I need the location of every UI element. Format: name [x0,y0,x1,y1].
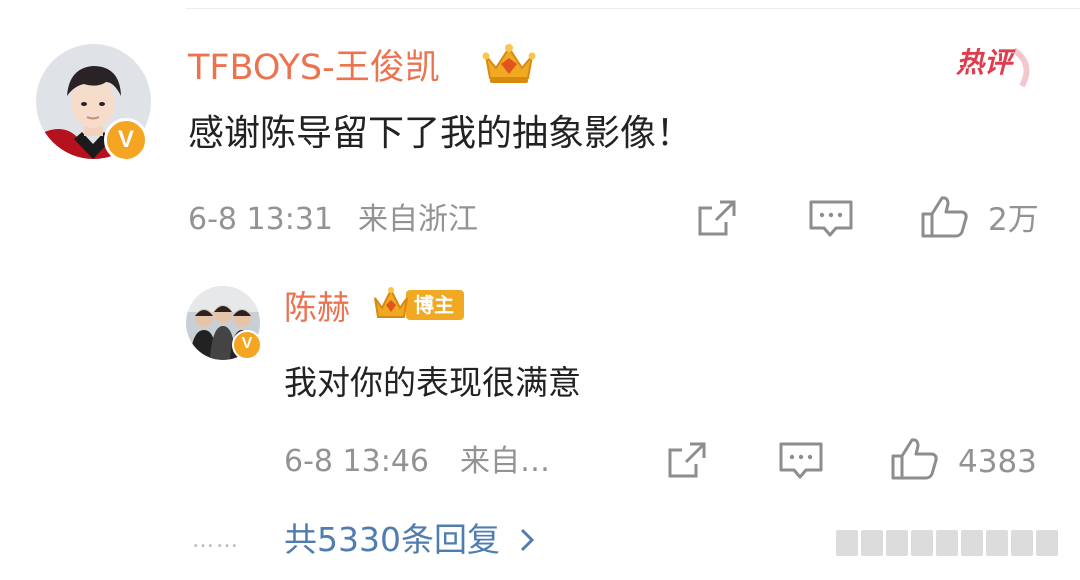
more-replies-link[interactable]: 共5330条回复 [284,520,540,560]
chevron-right-icon [520,528,535,552]
comment-text: 感谢陈导留下了我的抽象影像！ [188,113,693,154]
share-icon[interactable] [696,198,738,238]
reply-like-count: 4383 [958,444,1037,480]
thumbs-up-icon[interactable] [890,436,940,482]
comment-like-count: 2万 [988,202,1039,238]
crown-icon [482,42,536,86]
share-icon[interactable] [666,440,708,480]
top-divider [186,8,1080,9]
verified-badge-main: V [104,118,148,162]
blogger-badge: 博主 [372,286,464,324]
more-replies-label: 共5330条回复 [284,520,500,559]
comment-icon[interactable] [778,440,824,482]
reply-author-name[interactable]: 陈赫 [284,288,350,328]
reply-timestamp: 6-8 13:46 [284,444,429,479]
comment-timestamp: 6-8 13:31 [188,202,333,237]
reply-location: 来自… [460,444,550,479]
crown-icon [374,287,408,318]
watermark [836,530,1058,556]
thumbs-up-icon[interactable] [920,194,970,240]
comment-icon[interactable] [808,198,854,240]
comment-author-name[interactable]: TFBOYS-王俊凯 [188,48,440,88]
hot-comment-badge: 热评 [956,46,1030,88]
comment-location: 来自浙江 [358,202,478,237]
blogger-tag: 博主 [406,290,464,320]
reply-text: 我对你的表现很满意 [284,363,581,402]
more-dots: …… [192,528,240,553]
verified-badge-reply: V [232,330,262,360]
